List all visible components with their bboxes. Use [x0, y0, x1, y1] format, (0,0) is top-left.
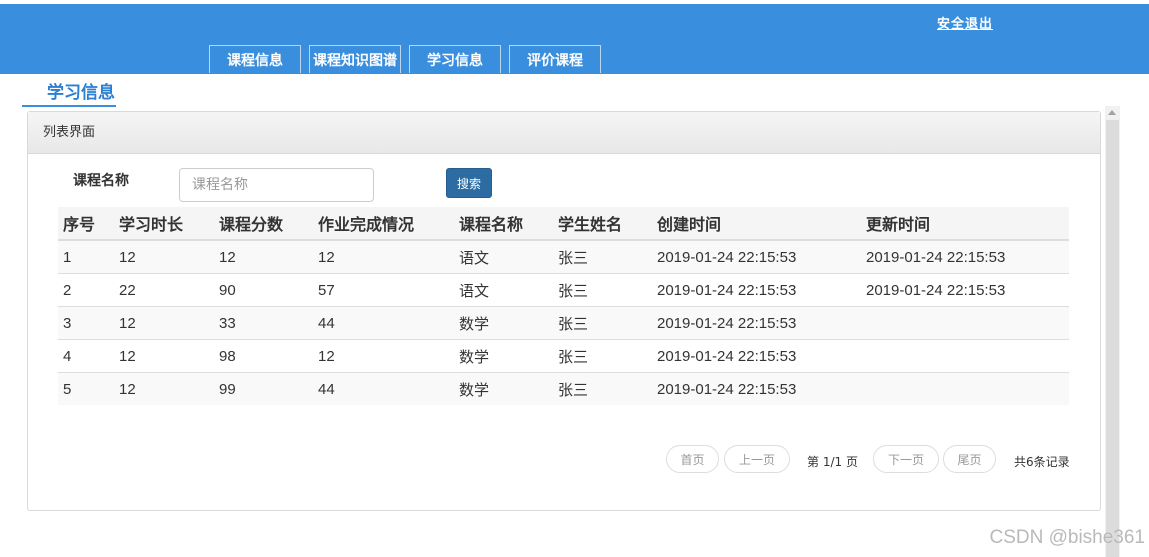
table-row[interactable]: 1 12 12 12 语文 张三 2019-01-24 22:15:53 201…	[58, 239, 1069, 274]
prev-page-button[interactable]: 上一页	[724, 445, 790, 473]
cell-student-name: 张三	[553, 372, 652, 405]
scroll-up-arrow-icon[interactable]	[1108, 110, 1116, 115]
cell-homework-completion: 12	[313, 239, 454, 274]
cell-study-duration: 12	[114, 306, 214, 340]
cell-updated-time	[861, 306, 1069, 340]
cell-course-name: 语文	[454, 239, 553, 274]
total-records: 共6条记录	[1014, 455, 1070, 469]
cell-homework-completion: 44	[313, 306, 454, 340]
column-header[interactable]: 学生姓名	[553, 207, 652, 241]
cell-study-duration: 12	[114, 372, 214, 405]
cell-index: 2	[58, 273, 114, 307]
vertical-scrollbar[interactable]	[1105, 106, 1120, 557]
main-nav-tabs: 课程信息 课程知识图谱 学习信息 评价课程	[209, 45, 609, 74]
last-page-button[interactable]: 尾页	[943, 445, 996, 473]
table-row[interactable]: 5 12 99 44 数学 张三 2019-01-24 22:15:53	[58, 372, 1069, 405]
tab-evaluate-course[interactable]: 评价课程	[509, 45, 601, 73]
course-name-search-input[interactable]	[179, 168, 374, 202]
cell-index: 3	[58, 306, 114, 340]
cell-student-name: 张三	[553, 273, 652, 307]
cell-study-duration: 22	[114, 273, 214, 307]
cell-course-name: 语文	[454, 273, 553, 307]
tab-course-info[interactable]: 课程信息	[209, 45, 301, 73]
search-button[interactable]: 搜索	[446, 168, 492, 198]
top-header-bar: 安全退出 课程信息 课程知识图谱 学习信息 评价课程	[0, 4, 1149, 74]
column-header[interactable]: 序号	[58, 207, 114, 241]
cell-course-score: 12	[214, 239, 313, 274]
page-title: 学习信息	[47, 83, 115, 103]
column-header[interactable]: 创建时间	[652, 207, 861, 241]
scrollbar-thumb[interactable]	[1106, 120, 1119, 557]
tab-study-info[interactable]: 学习信息	[409, 45, 501, 73]
cell-created-time: 2019-01-24 22:15:53	[652, 239, 861, 274]
cell-course-name: 数学	[454, 372, 553, 405]
cell-created-time: 2019-01-24 22:15:53	[652, 372, 861, 405]
column-header[interactable]: 课程分数	[214, 207, 313, 241]
cell-updated-time: 2019-01-24 22:15:53	[861, 273, 1069, 307]
cell-student-name: 张三	[553, 306, 652, 340]
cell-created-time: 2019-01-24 22:15:53	[652, 273, 861, 307]
cell-course-score: 33	[214, 306, 313, 340]
cell-index: 4	[58, 339, 114, 373]
cell-homework-completion: 57	[313, 273, 454, 307]
first-page-button[interactable]: 首页	[666, 445, 719, 473]
next-page-button[interactable]: 下一页	[873, 445, 939, 473]
cell-homework-completion: 44	[313, 372, 454, 405]
cell-course-score: 90	[214, 273, 313, 307]
cell-created-time: 2019-01-24 22:15:53	[652, 306, 861, 340]
column-header[interactable]: 作业完成情况	[313, 207, 454, 241]
cell-updated-time	[861, 339, 1069, 373]
cell-homework-completion: 12	[313, 339, 454, 373]
page-title-tab: 学习信息	[22, 75, 116, 107]
cell-updated-time: 2019-01-24 22:15:53	[861, 239, 1069, 274]
search-label: 课程名称	[73, 173, 129, 189]
cell-study-duration: 12	[114, 339, 214, 373]
table-row[interactable]: 2 22 90 57 语文 张三 2019-01-24 22:15:53 201…	[58, 273, 1069, 307]
cell-course-name: 数学	[454, 306, 553, 340]
logout-link[interactable]: 安全退出	[937, 13, 993, 32]
list-panel: 列表界面 课程名称 搜索 序号 学习时长 课程分数 作业完成情况 课程名称 学生…	[27, 111, 1101, 511]
table-header-row: 序号 学习时长 课程分数 作业完成情况 课程名称 学生姓名 创建时间 更新时间	[58, 207, 1069, 241]
cell-index: 1	[58, 239, 114, 274]
tab-course-knowledge-graph[interactable]: 课程知识图谱	[309, 45, 401, 73]
cell-course-name: 数学	[454, 339, 553, 373]
column-header[interactable]: 课程名称	[454, 207, 553, 241]
study-info-table: 序号 学习时长 课程分数 作业完成情况 课程名称 学生姓名 创建时间 更新时间 …	[58, 207, 1069, 405]
cell-study-duration: 12	[114, 239, 214, 274]
cell-index: 5	[58, 372, 114, 405]
cell-student-name: 张三	[553, 239, 652, 274]
column-header[interactable]: 学习时长	[114, 207, 214, 241]
table-row[interactable]: 4 12 98 12 数学 张三 2019-01-24 22:15:53	[58, 339, 1069, 373]
cell-student-name: 张三	[553, 339, 652, 373]
page-info: 第 1/1 页	[807, 455, 858, 469]
cell-created-time: 2019-01-24 22:15:53	[652, 339, 861, 373]
panel-title: 列表界面	[28, 112, 1100, 154]
column-header[interactable]: 更新时间	[861, 207, 1069, 241]
cell-updated-time	[861, 372, 1069, 405]
cell-course-score: 99	[214, 372, 313, 405]
table-row[interactable]: 3 12 33 44 数学 张三 2019-01-24 22:15:53	[58, 306, 1069, 340]
cell-course-score: 98	[214, 339, 313, 373]
watermark-text: CSDN @bishe361	[989, 527, 1145, 548]
